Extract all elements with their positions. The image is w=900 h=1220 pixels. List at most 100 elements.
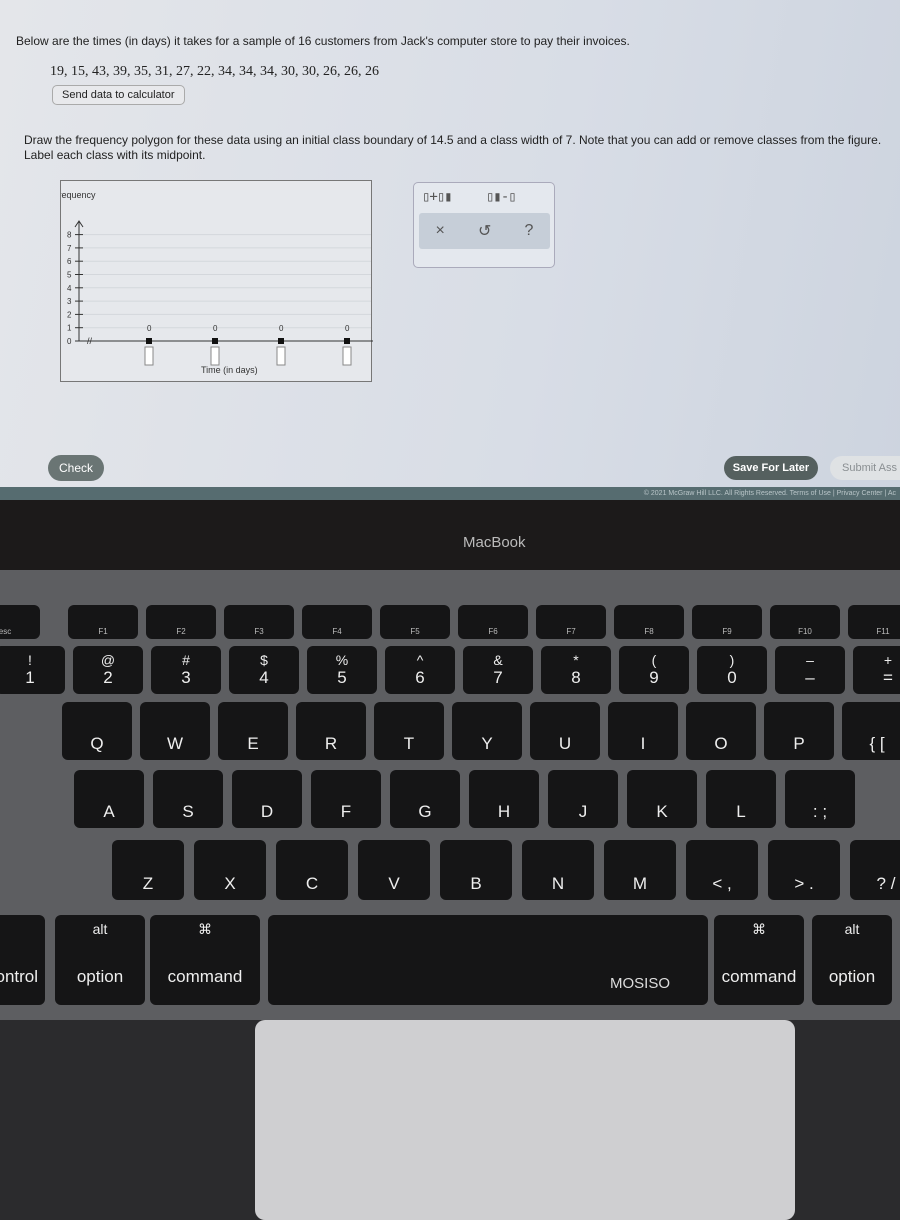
submit-assignment-button[interactable]: Submit Ass (830, 456, 900, 480)
key-symbol: ⌘ (198, 921, 212, 937)
check-button[interactable]: Check (48, 455, 104, 481)
key-label: command (721, 967, 797, 986)
key-u[interactable]: U (530, 702, 600, 760)
function-key-f2[interactable]: F2 (146, 605, 216, 639)
key-1[interactable]: ! 1 (0, 646, 65, 694)
key-9[interactable]: (9 (619, 646, 689, 694)
key-symbol: – (806, 652, 814, 668)
key-r[interactable]: R (296, 702, 366, 760)
keyboard-cover-brand: MOSISO (610, 975, 671, 992)
key-z[interactable]: Z (112, 840, 184, 900)
laptop-bezel: MacBook (0, 500, 900, 570)
key->[interactable]: > . (768, 840, 840, 900)
function-key-f1[interactable]: F1 (68, 605, 138, 639)
trackpad[interactable] (255, 1020, 795, 1220)
key-label: esc (0, 627, 12, 636)
key-t[interactable]: T (374, 702, 444, 760)
key-0[interactable]: ) 0 (697, 646, 767, 694)
save-for-later-button[interactable]: Save For Later (724, 456, 818, 480)
key-:[interactable]: : ; (785, 770, 855, 828)
remove-class-icon[interactable]: ▯▮-▯ (486, 189, 517, 205)
key-w[interactable]: W (140, 702, 210, 760)
key-=[interactable]: + = (853, 646, 900, 694)
key-x[interactable]: X (194, 840, 266, 900)
midpoint-label-input[interactable] (276, 346, 286, 366)
function-key-f3[interactable]: F3 (224, 605, 294, 639)
key-q[interactable]: Q (62, 702, 132, 760)
graph-toolbox: ▯+▯▮ ▯▮-▯ × ↺ ? (413, 182, 555, 268)
function-key-f11[interactable]: F11 (848, 605, 900, 639)
key-symbol: ( (651, 652, 657, 668)
key-label: T (403, 734, 415, 753)
function-key-f10[interactable]: F10 (770, 605, 840, 639)
key-h[interactable]: H (469, 770, 539, 828)
key-k[interactable]: K (627, 770, 697, 828)
function-key-f4[interactable]: F4 (302, 605, 372, 639)
key-?[interactable]: ? / (850, 840, 900, 900)
point-value-label: 0 (213, 324, 218, 333)
key-e[interactable]: E (218, 702, 288, 760)
key-label: X (224, 874, 236, 893)
graph-canvas[interactable]: Frequency // 0 1 2 3 4 5 6 7 8 0 0 0 0 Time (in day… (61, 181, 373, 383)
key-command[interactable]: ⌘ command (714, 915, 804, 1005)
key-label: < , (712, 874, 732, 893)
key-n[interactable]: N (522, 840, 594, 900)
key-label: A (103, 802, 115, 821)
key-d[interactable]: D (232, 770, 302, 828)
key-2[interactable]: @2 (73, 646, 143, 694)
midpoint-label-input[interactable] (210, 346, 220, 366)
key-g[interactable]: G (390, 770, 460, 828)
key-{[interactable]: { [ (842, 702, 900, 760)
key-–[interactable]: – – (775, 646, 845, 694)
key-a[interactable]: A (74, 770, 144, 828)
send-data-button[interactable]: Send data to calculator (52, 85, 185, 105)
key-label: 9 (649, 668, 659, 687)
clear-icon[interactable]: × (436, 222, 445, 240)
function-key-f5[interactable]: F5 (380, 605, 450, 639)
key-<[interactable]: < , (686, 840, 758, 900)
midpoint-label-input[interactable] (144, 346, 154, 366)
key-y[interactable]: Y (452, 702, 522, 760)
key-b[interactable]: B (440, 840, 512, 900)
key-l[interactable]: L (706, 770, 776, 828)
key-6[interactable]: ^ 6 (385, 646, 455, 694)
add-class-icon[interactable]: ▯+▯▮ (422, 189, 453, 205)
function-key-f7[interactable]: F7 (536, 605, 606, 639)
key-option[interactable]: alt option (55, 915, 145, 1005)
frequency-polygon-graph[interactable]: Frequency // 0 1 2 3 4 5 6 7 8 0 0 0 0 Time (in day… (60, 180, 373, 383)
key-8[interactable]: * 8 (541, 646, 611, 694)
key-i[interactable]: I (608, 702, 678, 760)
data-point[interactable] (344, 338, 350, 344)
key-4[interactable]: $4 (229, 646, 299, 694)
key-3[interactable]: #3 (151, 646, 221, 694)
data-point[interactable] (212, 338, 218, 344)
function-key-f8[interactable]: F8 (614, 605, 684, 639)
data-point[interactable] (146, 338, 152, 344)
help-icon[interactable]: ? (525, 222, 534, 240)
key-v[interactable]: V (358, 840, 430, 900)
key-m[interactable]: M (604, 840, 676, 900)
key-7[interactable]: & 7 (463, 646, 533, 694)
key-o[interactable]: O (686, 702, 756, 760)
key-option[interactable]: alt option (812, 915, 892, 1005)
key-s[interactable]: S (153, 770, 223, 828)
key-j[interactable]: J (548, 770, 618, 828)
key-command[interactable]: ⌘ command (150, 915, 260, 1005)
key-symbol: ! (28, 652, 32, 668)
key-f[interactable]: F (311, 770, 381, 828)
key-symbol: $ (260, 652, 268, 668)
function-key-f6[interactable]: F6 (458, 605, 528, 639)
key-p[interactable]: P (764, 702, 834, 760)
key-c[interactable]: C (276, 840, 348, 900)
key-label: J (578, 802, 588, 821)
function-key-f9[interactable]: F9 (692, 605, 762, 639)
midpoint-label-input[interactable] (342, 346, 352, 366)
key-control[interactable]: control (0, 915, 45, 1005)
key-label: F8 (644, 627, 654, 636)
y-tick-label: 1 (67, 324, 72, 333)
function-key-esc[interactable]: esc (0, 605, 40, 639)
key-symbol: ) (729, 652, 735, 668)
key-5[interactable]: % 5 (307, 646, 377, 694)
undo-icon[interactable]: ↺ (478, 221, 491, 241)
data-point[interactable] (278, 338, 284, 344)
